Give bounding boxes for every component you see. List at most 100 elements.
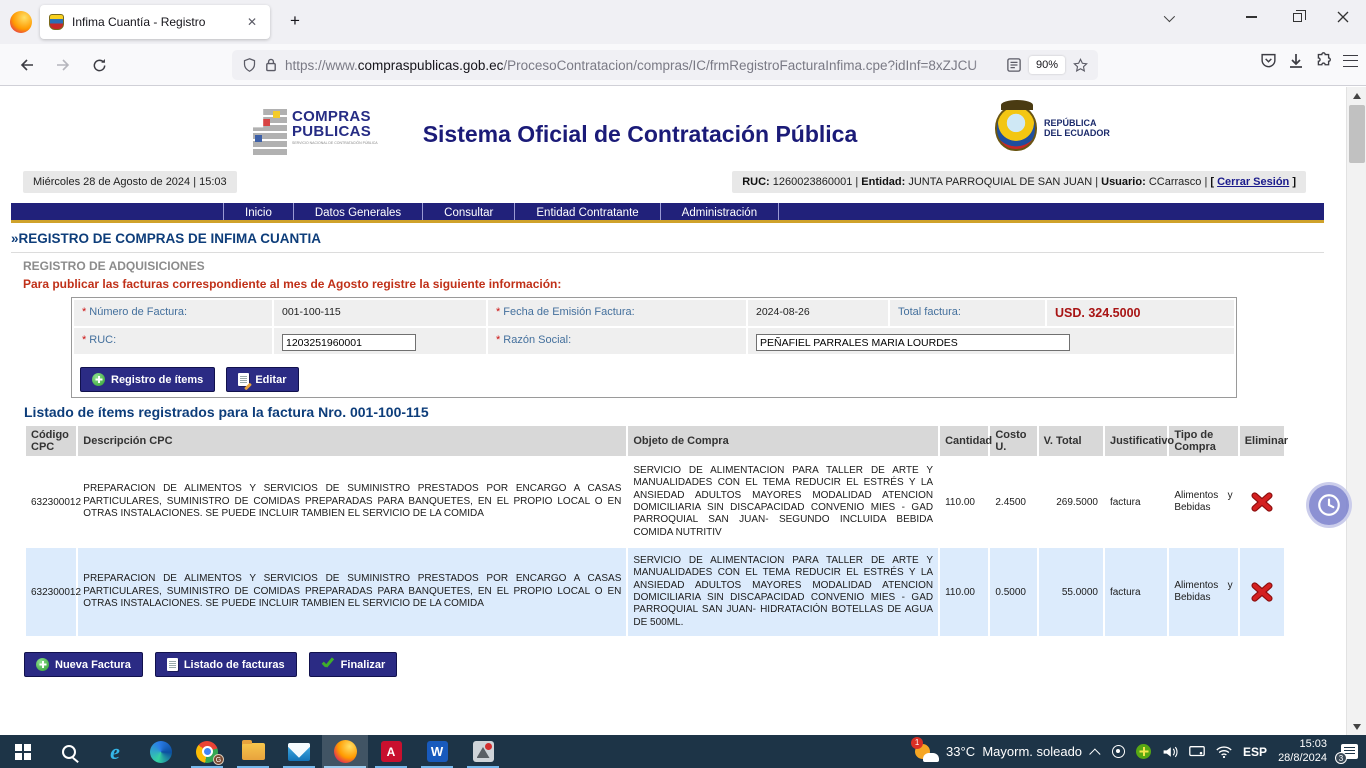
pocket-icon[interactable] xyxy=(1260,53,1277,69)
document-icon xyxy=(167,658,178,671)
logout-link[interactable]: Cerrar Sesión xyxy=(1217,176,1289,188)
cell-cantidad: 110.00 xyxy=(940,458,988,546)
list-tabs-icon[interactable] xyxy=(1156,8,1180,28)
taskbar-acrobat[interactable]: A xyxy=(368,735,414,768)
nav-item-entidad-contratante[interactable]: Entidad Contratante xyxy=(515,203,660,220)
taskbar-word[interactable]: W xyxy=(414,735,460,768)
cell-codigo: 632300012 xyxy=(26,548,76,636)
nav-item-administracion[interactable]: Administración xyxy=(661,203,779,220)
url-text[interactable]: https://www.compraspublicas.gob.ec/Proce… xyxy=(285,58,999,73)
total-factura-value: USD. 324.5000 xyxy=(1047,300,1234,326)
restore-button[interactable] xyxy=(1274,0,1320,34)
floating-clock-widget[interactable] xyxy=(1306,482,1352,528)
taskbar-java-app[interactable] xyxy=(460,735,506,768)
extensions-icon[interactable] xyxy=(1315,52,1332,69)
tab-close-icon[interactable]: ✕ xyxy=(243,13,261,31)
wifi-icon[interactable] xyxy=(1216,746,1232,758)
listado-facturas-button[interactable]: Listado de facturas xyxy=(155,652,297,677)
start-button[interactable] xyxy=(0,735,46,768)
check-icon xyxy=(321,659,335,671)
close-button[interactable] xyxy=(1320,0,1366,34)
folder-icon xyxy=(242,743,265,760)
ruc-input[interactable] xyxy=(282,334,416,351)
registro-items-button[interactable]: Registro de ítems xyxy=(80,367,215,392)
scroll-down-icon[interactable] xyxy=(1347,718,1366,735)
notification-count-badge: 3 xyxy=(1335,752,1347,764)
window-controls xyxy=(1228,0,1366,34)
display-cast-icon[interactable] xyxy=(1189,745,1205,758)
tracking-shield-icon[interactable] xyxy=(242,57,257,73)
vertical-scrollbar[interactable] xyxy=(1346,87,1366,735)
action-center-button[interactable]: 3 xyxy=(1338,743,1358,761)
new-tab-button[interactable]: + xyxy=(284,11,306,31)
cell-cantidad: 110.00 xyxy=(940,548,988,636)
keyboard-language[interactable]: ESP xyxy=(1243,745,1267,759)
session-bar: RUC: 1260023860001 | Entidad: JUNTA PARR… xyxy=(732,171,1306,193)
forward-button[interactable] xyxy=(48,51,78,79)
nueva-factura-button[interactable]: Nueva Factura xyxy=(24,652,143,677)
tab-title: Infima Cuantía - Registro xyxy=(72,15,235,29)
record-tray-icon[interactable] xyxy=(1112,745,1125,758)
taskbar-firefox[interactable] xyxy=(322,735,368,768)
zoom-level-badge[interactable]: 90% xyxy=(1029,56,1065,74)
section-title: REGISTRO DE ADQUISICIONES xyxy=(23,259,205,273)
col-cantidad: Cantidad xyxy=(940,426,988,456)
crumb-arrow-icon: » xyxy=(11,231,19,246)
antivirus-tray-icon[interactable] xyxy=(1136,744,1151,759)
weather-badge: 1 xyxy=(911,737,923,749)
razon-social-label: *Razón Social: xyxy=(488,328,746,354)
delete-x-icon[interactable] xyxy=(1251,581,1273,603)
taskbar-edge[interactable] xyxy=(138,735,184,768)
minimize-button[interactable] xyxy=(1228,0,1274,34)
volume-icon[interactable] xyxy=(1162,745,1178,759)
internet-explorer-icon: e xyxy=(110,741,120,763)
taskbar-weather[interactable]: 1 33°C Mayorm. soleado xyxy=(915,742,1082,762)
reload-button[interactable] xyxy=(84,51,114,79)
search-icon xyxy=(62,745,76,759)
taskbar-search-button[interactable] xyxy=(46,735,92,768)
scrollbar-thumb[interactable] xyxy=(1349,105,1365,163)
java-app-icon xyxy=(473,741,494,762)
browser-tab-bar: Infima Cuantía - Registro ✕ + xyxy=(0,0,1366,44)
cell-descripcion: PREPARACION DE ALIMENTOS Y SERVICIOS DE … xyxy=(78,458,626,546)
downloads-icon[interactable] xyxy=(1288,53,1304,69)
taskbar-ie[interactable]: e xyxy=(92,735,138,768)
clock-icon xyxy=(1316,492,1342,518)
browser-tab[interactable]: Infima Cuantía - Registro ✕ xyxy=(40,5,270,39)
taskbar-clock[interactable]: 15:03 28/8/2024 xyxy=(1278,738,1327,766)
tray-expand-icon[interactable] xyxy=(1089,748,1100,759)
taskbar-chrome[interactable]: G xyxy=(184,735,230,768)
col-costo-u: Costo U. xyxy=(990,426,1036,456)
instruction-text: Para publicar las facturas correspondien… xyxy=(23,277,561,291)
finalizar-button[interactable]: Finalizar xyxy=(309,652,398,677)
delete-x-icon[interactable] xyxy=(1251,491,1273,513)
scroll-up-icon[interactable] xyxy=(1347,87,1366,104)
divider xyxy=(11,252,1324,253)
page-content: COMPRAS PUBLICAS SERVICIO NACIONAL DE CO… xyxy=(0,87,1346,735)
ruc-input-cell xyxy=(274,328,486,354)
plus-circle-icon xyxy=(92,373,105,386)
taskbar-file-explorer[interactable] xyxy=(230,735,276,768)
nav-item-consultar[interactable]: Consultar xyxy=(423,203,515,220)
nav-item-datos-generales[interactable]: Datos Generales xyxy=(294,203,423,220)
lock-icon[interactable] xyxy=(265,58,277,72)
nav-item-inicio[interactable]: Inicio xyxy=(223,203,294,220)
main-nav: Inicio Datos Generales Consultar Entidad… xyxy=(11,203,1324,223)
url-bar[interactable]: https://www.compraspublicas.gob.ec/Proce… xyxy=(232,50,1098,80)
cell-descripcion: PREPARACION DE ALIMENTOS Y SERVICIOS DE … xyxy=(78,548,626,636)
ruc-label: *RUC: xyxy=(74,328,272,354)
menu-hamburger-icon[interactable] xyxy=(1343,55,1358,67)
razon-social-input-cell xyxy=(748,328,1234,354)
taskbar-mail[interactable] xyxy=(276,735,322,768)
total-factura-label: Total factura: xyxy=(890,300,1045,326)
reader-mode-icon[interactable] xyxy=(1007,58,1021,72)
weather-icon: 1 xyxy=(915,742,939,762)
cell-costo: 0.5000 xyxy=(990,548,1036,636)
back-button[interactable] xyxy=(12,51,42,79)
session-ruc: 1260023860001 xyxy=(773,176,853,188)
cell-vtotal: 55.0000 xyxy=(1039,548,1103,636)
bookmark-star-icon[interactable] xyxy=(1073,58,1088,73)
editar-button[interactable]: Editar xyxy=(226,367,298,392)
cell-tipo: Alimentos y Bebidas xyxy=(1169,458,1237,546)
razon-social-input[interactable] xyxy=(756,334,1070,351)
